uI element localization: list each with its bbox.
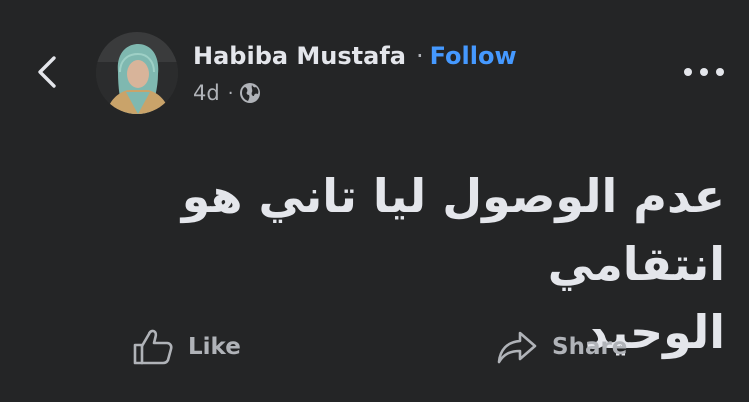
post-time[interactable]: 4d (193, 81, 220, 105)
share-label: Share (552, 334, 628, 360)
chevron-left-icon (38, 56, 56, 88)
post-screen: Habiba Mustafa · Follow 4d · عدم الوصول … (0, 0, 749, 402)
author-row: Habiba Mustafa · Follow (193, 38, 517, 74)
like-label: Like (188, 334, 241, 360)
author-name[interactable]: Habiba Mustafa (193, 42, 406, 70)
globe-icon (239, 82, 261, 104)
avatar[interactable] (96, 32, 178, 114)
profile-photo (96, 32, 178, 114)
share-arrow-icon (496, 329, 538, 365)
thumbs-up-icon (132, 328, 174, 366)
more-options-button[interactable] (676, 54, 732, 90)
meta-separator: · (227, 82, 234, 104)
post-meta: 4d · (193, 78, 261, 108)
post-text-line: عدم الوصول ليا تاني هو انتقامي (181, 169, 725, 291)
follow-button[interactable]: Follow (430, 42, 517, 70)
name-separator: · (415, 42, 424, 70)
like-button[interactable]: Like (132, 322, 241, 372)
share-button[interactable]: Share (496, 322, 627, 372)
more-dots-icon (684, 68, 724, 76)
back-button[interactable] (30, 50, 64, 94)
